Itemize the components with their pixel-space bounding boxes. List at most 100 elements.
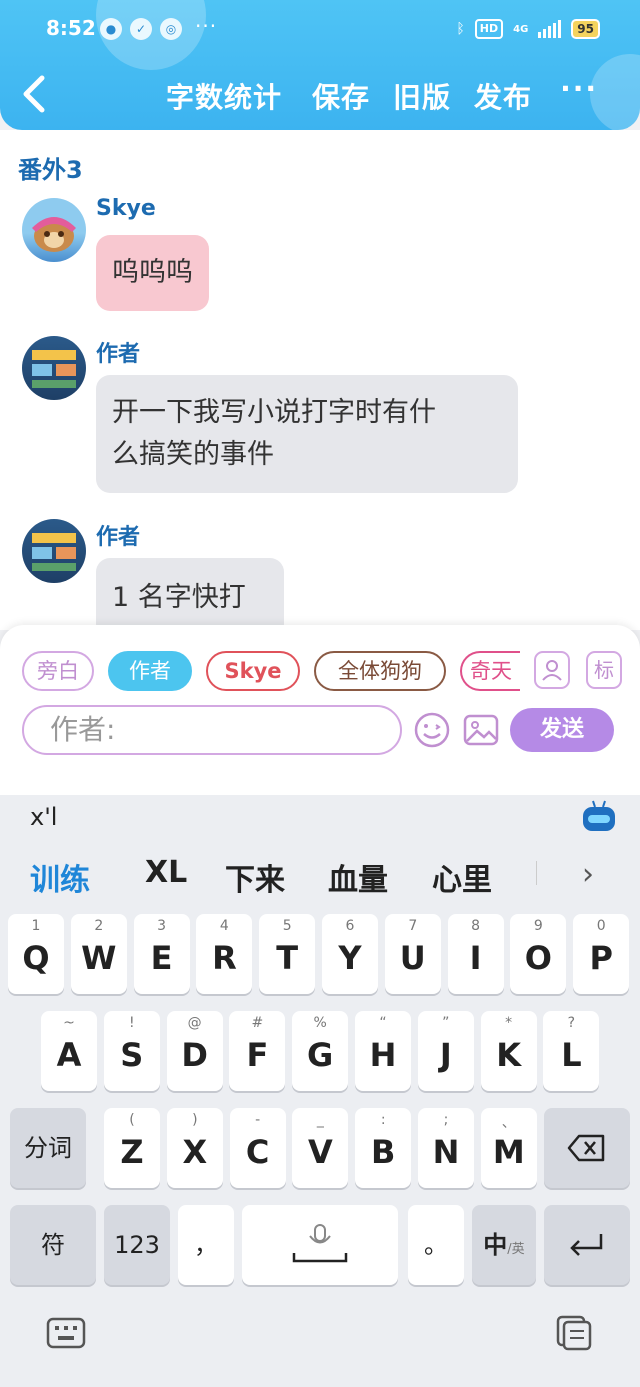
key-y[interactable]: 6Y	[322, 914, 378, 994]
candidate-word[interactable]: 心里	[432, 855, 492, 899]
language-toggle-key[interactable]: 中/英	[472, 1205, 536, 1285]
key-q[interactable]: 1Q	[8, 914, 64, 994]
assistant-robot-icon[interactable]	[580, 799, 618, 833]
key-secondary-label: 8	[471, 918, 481, 934]
key-label: B	[370, 1133, 396, 1171]
clipboard-icon[interactable]	[554, 1315, 594, 1351]
key-secondary-label: 6	[345, 918, 355, 934]
chat-area: 番外3 Skye 呜呜呜 作者 开一下我写小说打字时有什 么搞笑的事件 作者 1…	[0, 130, 640, 638]
avatar[interactable]	[22, 336, 86, 400]
key-label: J	[439, 1036, 452, 1074]
image-icon[interactable]	[462, 711, 500, 749]
key-label: D	[181, 1036, 208, 1074]
key-o[interactable]: 9O	[510, 914, 567, 994]
key-u[interactable]: 7U	[384, 914, 441, 994]
key-v[interactable]: _ V	[292, 1108, 349, 1188]
back-button[interactable]	[18, 72, 58, 122]
period-key[interactable]: 。	[408, 1205, 464, 1285]
key-b[interactable]: :B	[355, 1108, 412, 1188]
signal-icon	[538, 20, 562, 38]
role-chip-skye[interactable]: Skye	[206, 651, 300, 691]
word-count-button[interactable]: 字数统计	[166, 76, 282, 116]
key-s[interactable]: ! S	[103, 1011, 160, 1091]
avatar[interactable]	[22, 519, 86, 583]
backspace-key[interactable]	[544, 1108, 630, 1188]
game-avatar-icon	[32, 533, 76, 571]
key-label: T	[276, 939, 299, 977]
composer-panel: 旁白 作者 Skye 全体狗狗 奇天 标 作者: 发送	[0, 625, 640, 795]
tag-button[interactable]: 标	[586, 651, 622, 689]
speaker-name: Skye	[96, 196, 156, 221]
key-label: Q	[22, 939, 50, 977]
candidate-bar: 训练 XL 下来 血量 心里 ›	[0, 851, 640, 898]
key-label: K	[496, 1036, 521, 1074]
key-a[interactable]: ~ A	[41, 1011, 97, 1091]
key-i[interactable]: 8I	[447, 914, 504, 994]
key-t[interactable]: 5T	[259, 914, 316, 994]
avatar[interactable]	[22, 198, 86, 262]
candidate-word[interactable]: 训练	[30, 855, 90, 899]
key-w[interactable]: 2W	[70, 914, 127, 994]
role-chip-all-dogs[interactable]: 全体狗狗	[314, 651, 446, 691]
candidate-word[interactable]: 血量	[328, 855, 388, 899]
chevron-right-icon[interactable]: ›	[582, 857, 594, 892]
role-chip-narrator[interactable]: 旁白	[22, 651, 94, 691]
emoji-icon[interactable]	[413, 711, 451, 749]
key-f[interactable]: # F	[229, 1011, 286, 1091]
key-g[interactable]: % G	[292, 1011, 349, 1091]
key-c[interactable]: -C	[229, 1108, 286, 1188]
key-k[interactable]: * K	[480, 1011, 537, 1091]
message-input[interactable]: 作者:	[22, 705, 402, 755]
key-d[interactable]: @ D	[166, 1011, 223, 1091]
symbol-key[interactable]: 符	[10, 1205, 96, 1285]
role-chip-qitian[interactable]: 奇天	[460, 651, 520, 691]
dog-avatar-icon	[32, 217, 76, 252]
comma-key[interactable]: ，	[178, 1205, 234, 1285]
speaker-name: 作者	[96, 342, 141, 367]
key-secondary-label: %	[313, 1015, 327, 1031]
candidate-word[interactable]: XL	[145, 855, 187, 890]
send-button[interactable]: 发送	[510, 708, 614, 752]
battery-indicator: 95	[571, 19, 600, 39]
key-label: R	[212, 939, 237, 977]
save-button[interactable]: 保存	[312, 76, 370, 116]
key-r[interactable]: 4R	[196, 914, 253, 994]
publish-button[interactable]: 发布	[474, 76, 532, 116]
key-p[interactable]: 0P	[573, 914, 630, 994]
key-label: I	[469, 939, 482, 977]
key-label: M	[492, 1133, 525, 1171]
space-key[interactable]	[242, 1205, 398, 1285]
message-bubble[interactable]: 呜呜呜	[96, 235, 209, 311]
key-label: U	[399, 939, 426, 977]
key-label: E	[150, 939, 173, 977]
key-z[interactable]: (Z	[104, 1108, 160, 1188]
system-icons: ᛒ HD 4G 95	[456, 16, 600, 42]
key-secondary-label: 7	[408, 918, 418, 934]
keyboard-switch-icon[interactable]	[46, 1315, 86, 1351]
more-menu-button[interactable]: ···	[560, 72, 598, 105]
key-secondary-label: :	[380, 1112, 386, 1128]
key-label: A	[56, 1036, 82, 1074]
key-m[interactable]: 、 M	[480, 1108, 537, 1188]
key-e[interactable]: 3E	[133, 914, 190, 994]
number-key[interactable]: 123	[104, 1205, 170, 1285]
enter-key[interactable]	[544, 1205, 630, 1285]
key-x[interactable]: ) X	[166, 1108, 223, 1188]
bluetooth-icon: ᛒ	[456, 21, 465, 37]
key-label: Y	[338, 939, 362, 977]
key-label: W	[81, 939, 117, 977]
segment-key[interactable]: 分词	[10, 1108, 86, 1188]
key-n[interactable]: ; N	[418, 1108, 474, 1188]
key-secondary-label: !	[128, 1015, 135, 1031]
key-j[interactable]: ” J	[417, 1011, 474, 1091]
key-h[interactable]: “H	[355, 1011, 411, 1091]
candidate-word[interactable]: 下来	[225, 855, 285, 899]
role-chip-author[interactable]: 作者	[108, 651, 192, 691]
key-l[interactable]: ? L	[543, 1011, 600, 1091]
person-add-icon[interactable]	[534, 651, 570, 689]
key-secondary-label: _	[316, 1112, 324, 1128]
key-label: N	[432, 1133, 460, 1171]
hd-badge: HD	[474, 19, 504, 39]
message-bubble[interactable]: 开一下我写小说打字时有什 么搞笑的事件	[96, 375, 518, 493]
old-version-button[interactable]: 旧版	[393, 76, 451, 116]
